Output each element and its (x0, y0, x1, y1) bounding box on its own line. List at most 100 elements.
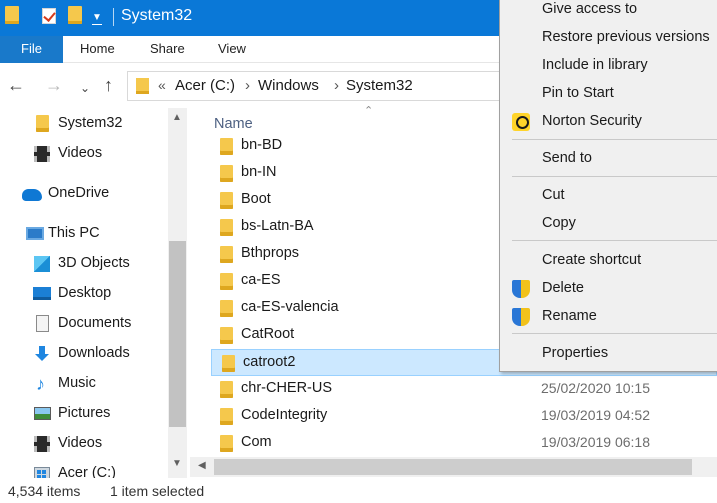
window-title: System32 (121, 7, 193, 24)
scrollbar-thumb[interactable] (169, 241, 186, 427)
file-name: CatRoot (241, 326, 295, 342)
nav-item-videos-quick[interactable]: Videos (0, 139, 168, 169)
nav-item-label: Videos (58, 145, 103, 161)
properties-check-icon[interactable] (42, 8, 56, 24)
file-name: bn-BD (241, 137, 283, 153)
menu-item-label: Copy (542, 215, 576, 231)
folder-icon (222, 355, 235, 372)
breadcrumb-separator[interactable]: › (245, 77, 250, 94)
title-divider (113, 8, 114, 26)
folder-icon (220, 381, 233, 398)
menu-item-restore-previous-versions[interactable]: Restore previous versions (500, 25, 717, 52)
menu-separator (512, 176, 717, 177)
folder-icon (220, 300, 233, 317)
menu-separator (512, 240, 717, 241)
scrollbar-thumb[interactable] (214, 459, 692, 475)
navigation-pane: System32 Videos OneDrive This PC 3D Obje… (0, 108, 190, 479)
nav-item-label: 3D Objects (58, 255, 130, 271)
folder-icon (220, 192, 233, 209)
menu-item-send-to[interactable]: Send to (500, 146, 717, 173)
menu-item-cut[interactable]: Cut (500, 183, 717, 210)
nav-item-videos[interactable]: Videos (0, 429, 168, 459)
navigation-pane-scrollbar[interactable]: ▲ ▼ (168, 108, 187, 478)
nav-item-label: Videos (58, 435, 103, 451)
status-bar: 4,534 items 1 item selected (0, 478, 717, 503)
menu-item-give-access-to[interactable]: Give access to (500, 0, 717, 24)
nav-item-label: Desktop (58, 285, 112, 301)
breadcrumb-acer-c[interactable]: Acer (C:) (175, 77, 235, 94)
new-folder-icon[interactable] (68, 6, 82, 24)
file-row[interactable]: CodeIntegrity 19/03/2019 04:52 (210, 403, 717, 430)
folder-icon (220, 246, 233, 263)
uac-shield-icon (512, 280, 530, 298)
menu-item-include-in-library[interactable]: Include in library (500, 53, 717, 80)
tab-view[interactable]: View (218, 36, 246, 63)
forward-arrow-icon[interactable]: → (45, 75, 63, 95)
documents-icon (36, 315, 49, 332)
menu-item-copy[interactable]: Copy (500, 211, 717, 238)
menu-item-label: Create shortcut (542, 252, 642, 268)
tab-file[interactable]: File (0, 36, 63, 63)
uac-shield-icon (512, 308, 530, 326)
computer-icon (26, 227, 44, 240)
menu-separator (512, 139, 717, 140)
nav-item-documents[interactable]: Documents (0, 309, 168, 339)
horizontal-scrollbar[interactable]: ◀ (190, 457, 717, 477)
folder-icon (36, 115, 49, 132)
nav-item-music[interactable]: ♪ Music (0, 369, 168, 399)
nav-item-acer-c[interactable]: Acer (C:) (0, 459, 168, 479)
video-icon (34, 146, 50, 162)
folder-icon (220, 138, 233, 155)
nav-item-onedrive[interactable]: OneDrive (0, 179, 168, 209)
menu-item-label: Properties (542, 345, 609, 361)
up-arrow-icon[interactable]: ↑ (104, 75, 113, 95)
column-header-name[interactable]: Name (214, 116, 253, 132)
nav-item-downloads[interactable]: Downloads (0, 339, 168, 369)
file-name: ca-ES (241, 272, 281, 288)
file-name: bs-Latn-BA (241, 218, 314, 234)
address-overflow[interactable]: « (158, 77, 166, 93)
menu-item-properties[interactable]: Properties (500, 341, 717, 368)
download-icon (35, 346, 49, 362)
folder-icon (136, 78, 149, 94)
folder-icon (220, 408, 233, 425)
pictures-icon (34, 407, 51, 420)
menu-item-label: Delete (542, 280, 584, 296)
folder-icon (5, 6, 19, 24)
menu-item-pin-to-start[interactable]: Pin to Start (500, 81, 717, 108)
context-menu: Give access to Restore previous versions I… (499, 0, 717, 372)
menu-item-label: Restore previous versions (542, 29, 710, 45)
file-row[interactable]: chr-CHER-US 25/02/2020 10:15 (210, 376, 717, 403)
nav-item-label: OneDrive (48, 185, 110, 201)
file-row[interactable]: Com 19/03/2019 06:18 (210, 430, 717, 457)
menu-item-label: Cut (542, 187, 565, 203)
folder-icon (220, 165, 233, 182)
file-name: bn-IN (241, 164, 277, 180)
folder-icon (220, 219, 233, 236)
nav-item-label: Documents (58, 315, 132, 331)
recent-locations-chevron-icon[interactable]: ⌄ (80, 78, 90, 98)
nav-item-system32[interactable]: System32 (0, 109, 168, 139)
breadcrumb-windows[interactable]: Windows (258, 77, 319, 94)
back-arrow-icon[interactable]: ← (7, 75, 25, 95)
customize-toolbar-dropdown-icon[interactable]: ▼ (92, 13, 102, 25)
menu-item-rename[interactable]: Rename (500, 304, 717, 331)
nav-item-this-pc[interactable]: This PC (0, 219, 168, 249)
nav-item-label: Downloads (58, 345, 130, 361)
nav-item-pictures[interactable]: Pictures (0, 399, 168, 429)
tab-share[interactable]: Share (150, 36, 185, 63)
breadcrumb-separator[interactable]: › (334, 77, 339, 94)
nav-item-desktop[interactable]: Desktop (0, 279, 168, 309)
menu-item-norton-security[interactable]: Norton Security (500, 109, 717, 136)
menu-item-delete[interactable]: Delete (500, 276, 717, 303)
scroll-down-icon[interactable]: ▼ (172, 458, 182, 469)
scroll-up-icon[interactable]: ▲ (172, 112, 182, 123)
tab-home[interactable]: Home (80, 36, 115, 63)
cloud-icon (22, 189, 42, 201)
nav-item-label: Pictures (58, 405, 111, 421)
file-name: CodeIntegrity (241, 407, 328, 423)
menu-item-create-shortcut[interactable]: Create shortcut (500, 248, 717, 275)
scroll-left-icon[interactable]: ◀ (198, 460, 206, 471)
nav-item-3d-objects[interactable]: 3D Objects (0, 249, 168, 279)
breadcrumb-system32[interactable]: System32 (346, 77, 413, 94)
